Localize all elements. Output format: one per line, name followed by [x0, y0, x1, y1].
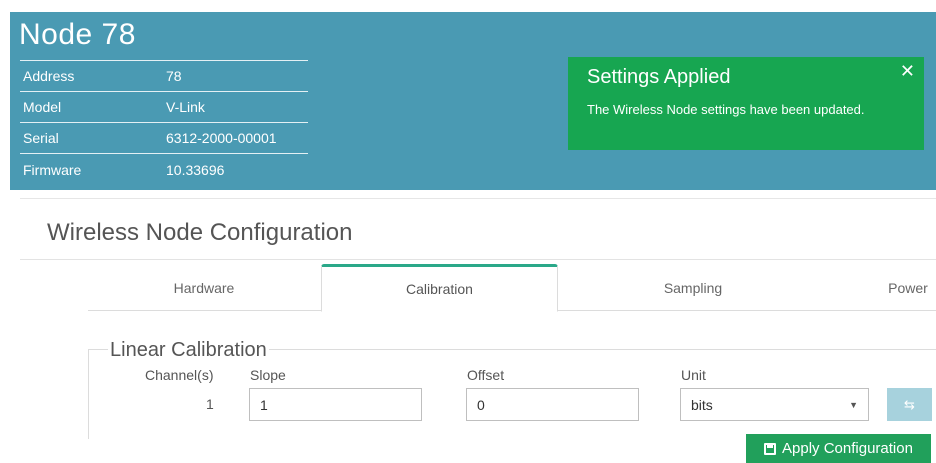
tab-sampling[interactable]: Sampling [588, 264, 798, 311]
page-title: Wireless Node Configuration [47, 219, 353, 246]
configuration-panel: Wireless Node Configuration Hardware Cal… [20, 198, 936, 443]
info-value: 78 [166, 68, 182, 84]
slope-column-label: Slope [250, 367, 286, 383]
unit-column-label: Unit [681, 367, 706, 383]
info-key: Address [23, 68, 75, 84]
info-value: 6312-2000-00001 [166, 130, 277, 146]
info-key: Firmware [23, 161, 82, 178]
unit-convert-button[interactable]: ⇆ [887, 388, 932, 421]
slope-input[interactable]: 1 [249, 388, 422, 421]
settings-applied-toast: Settings Applied The Wireless Node setti… [568, 57, 924, 150]
info-key: Model [23, 99, 62, 115]
config-tabs: Hardware Calibration Sampling Power [88, 264, 936, 312]
tab-power[interactable]: Power [868, 264, 936, 311]
info-row-address: Address 78 [20, 61, 308, 92]
node-title: Node 78 [19, 18, 136, 51]
arrow-swap-icon: ⇆ [904, 396, 915, 412]
linear-calibration-legend: Linear Calibration [108, 339, 269, 362]
info-value: 10.33696 [166, 161, 225, 178]
close-icon[interactable]: ✕ [900, 61, 915, 82]
info-row-serial: Serial 6312-2000-00001 [20, 123, 308, 154]
tab-hardware[interactable]: Hardware [88, 264, 320, 311]
toast-message: The Wireless Node settings have been upd… [587, 102, 865, 117]
apply-configuration-button[interactable]: Apply Configuration [746, 434, 931, 463]
info-row-model: Model V-Link [20, 92, 308, 123]
unit-select-value: bits [691, 396, 713, 413]
apply-configuration-label: Apply Configuration [782, 440, 913, 457]
info-value: V-Link [166, 99, 205, 115]
save-icon [764, 442, 777, 455]
unit-select[interactable]: bits ▼ [680, 388, 869, 421]
info-row-firmware: Firmware 10.33696 [20, 154, 308, 185]
offset-input[interactable]: 0 [466, 388, 639, 421]
toast-title: Settings Applied [587, 66, 731, 88]
chevron-down-icon: ▼ [849, 399, 858, 410]
info-key: Serial [23, 130, 59, 146]
offset-column-label: Offset [467, 367, 505, 383]
panel-divider [20, 259, 936, 260]
channel-value: 1 [206, 396, 214, 412]
node-info-table: Address 78 Model V-Link Serial 6312-2000… [20, 60, 308, 185]
tab-calibration[interactable]: Calibration [321, 264, 558, 312]
channel-column-label: Channel(s) [145, 367, 214, 383]
